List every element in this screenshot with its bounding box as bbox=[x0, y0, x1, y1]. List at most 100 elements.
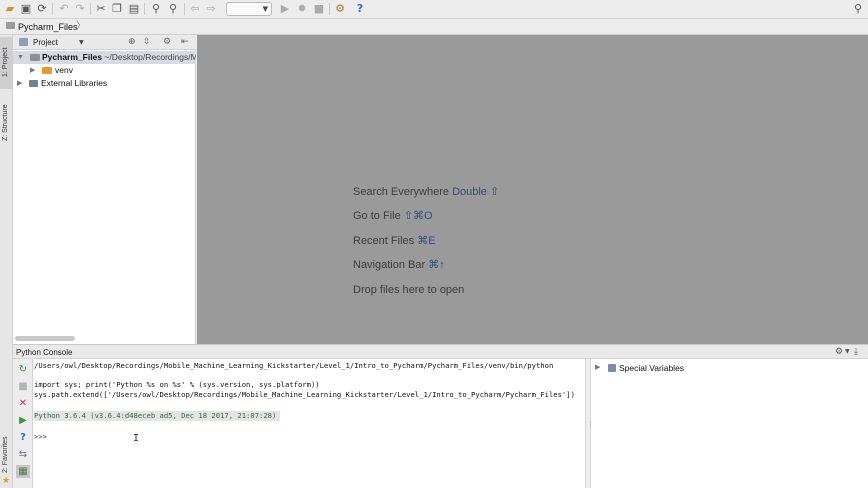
folder-icon bbox=[30, 54, 40, 61]
replace-icon[interactable]: ⚲ bbox=[166, 2, 180, 16]
console-line-version: Python 3.6.4 (v3.6.4:d48eceb ad5, Dec 18… bbox=[34, 411, 281, 421]
show-variables-icon[interactable]: ▦ bbox=[16, 465, 30, 478]
cut-icon[interactable]: ✂ bbox=[94, 2, 108, 16]
hint-text: Go to File bbox=[353, 210, 401, 222]
tab-structure-label: Z: Structure bbox=[2, 104, 9, 141]
hint-recent-files: Recent Files ⌘E bbox=[353, 234, 436, 248]
stop-icon[interactable]: ■ bbox=[312, 2, 326, 16]
rerun-icon[interactable]: ↻ bbox=[16, 363, 30, 376]
collapsed-arrow-icon[interactable]: ▶ bbox=[30, 64, 35, 77]
hint-go-to-file: Go to File ⇧⌘O bbox=[353, 209, 433, 223]
chevron-down-icon: ▼ bbox=[262, 5, 268, 13]
tree-item-label: External Libraries bbox=[41, 78, 108, 88]
hide-panel-icon[interactable]: ⇤ bbox=[181, 36, 189, 49]
hide-panel-icon[interactable]: ⤓ bbox=[854, 345, 858, 359]
tree-root-path: ~/Desktop/Recordings/Mobile_Machine_Lear… bbox=[104, 52, 196, 62]
chevron-down-icon[interactable]: ▼ bbox=[845, 345, 850, 359]
tab-favorites[interactable]: 2: Favorites ★ bbox=[0, 431, 13, 487]
search-everywhere-icon[interactable]: ⚲ bbox=[851, 2, 865, 16]
save-icon[interactable]: ▣ bbox=[19, 2, 33, 16]
hint-text: Search Everywhere bbox=[353, 186, 449, 198]
console-prompt[interactable]: >>> bbox=[34, 432, 47, 442]
console-line-import: import sys; print('Python %s on %s' % (s… bbox=[34, 380, 320, 389]
pycharm-window: ▰ ▣ ⟳ ↶ ↷ ✂ ❐ ▤ ⚲ ⚲ ⇦ ⇨ ▼ ▶ ✹ ■ ⚙ ? ⚲ Py… bbox=[0, 0, 868, 488]
console-title: Python Console bbox=[16, 348, 73, 357]
copy-icon[interactable]: ❐ bbox=[110, 2, 124, 16]
tree-item-root[interactable]: ▼ Pycharm_Files ~/Desktop/Recordings/Mob… bbox=[13, 51, 196, 64]
paste-icon[interactable]: ▤ bbox=[127, 2, 141, 16]
sync-icon[interactable]: ⟳ bbox=[35, 2, 49, 16]
hint-navigation-bar: Navigation Bar ⌘↑ bbox=[353, 258, 445, 272]
collapse-all-icon[interactable]: ⇳ bbox=[143, 36, 151, 49]
left-tool-strip: 1: Project Z: Structure 2: Favorites ★ bbox=[0, 35, 13, 488]
back-icon[interactable]: ⇦ bbox=[188, 2, 202, 16]
special-variables-label: Special Variables bbox=[619, 363, 685, 373]
toolbar-divider bbox=[329, 3, 330, 15]
variables-panel: ▶ Special Variables bbox=[591, 359, 868, 488]
toolbar-divider bbox=[52, 3, 53, 15]
editor-empty-area[interactable]: Search Everywhere Double ⇧ Go to File ⇧⌘… bbox=[197, 35, 868, 344]
tree-item-external-libraries[interactable]: ▶ External Libraries bbox=[13, 77, 196, 90]
hint-shortcut: ⌘E bbox=[417, 235, 436, 247]
find-icon[interactable]: ⚲ bbox=[149, 2, 163, 16]
help-icon[interactable]: ? bbox=[353, 2, 367, 16]
hint-search-everywhere: Search Everywhere Double ⇧ bbox=[353, 185, 499, 199]
console-output[interactable]: /Users/owl/Desktop/Recordings/Mobile_Mac… bbox=[33, 359, 585, 488]
breadcrumb-separator: 〉 bbox=[76, 21, 86, 32]
soft-wrap-icon[interactable]: ⇆ bbox=[16, 448, 30, 461]
collapsed-arrow-icon[interactable]: ▶ bbox=[595, 362, 600, 374]
debug-icon[interactable]: ✹ bbox=[295, 2, 309, 16]
text-cursor-icon: I bbox=[133, 433, 140, 444]
chevron-down-icon[interactable]: ▼ bbox=[79, 36, 84, 49]
folder-icon bbox=[6, 22, 15, 29]
project-view-select[interactable]: Project bbox=[33, 36, 58, 49]
tree-item-label: venv bbox=[55, 65, 73, 75]
hint-drop-files: Drop files here to open bbox=[353, 283, 464, 297]
run-configuration-select[interactable]: ▼ bbox=[226, 2, 272, 16]
hint-text: Navigation Bar bbox=[353, 259, 426, 271]
tree-root-name: Pycharm_Files bbox=[42, 52, 103, 62]
console-line-command: /Users/owl/Desktop/Recordings/Mobile_Mac… bbox=[34, 361, 554, 370]
project-view-icon bbox=[19, 38, 28, 46]
library-icon bbox=[29, 80, 38, 87]
horizontal-scrollbar[interactable] bbox=[15, 336, 75, 341]
hint-shortcut: ⇧⌘O bbox=[403, 210, 433, 222]
redo-icon[interactable]: ↷ bbox=[73, 2, 87, 16]
settings-icon[interactable]: ⚙ bbox=[333, 2, 347, 16]
close-icon[interactable]: ✕ bbox=[16, 397, 30, 410]
gear-icon[interactable]: ⚙ bbox=[163, 36, 171, 49]
project-panel-header: Project ▼ ⊕ ⇳ ⚙ ⇤ bbox=[13, 35, 196, 50]
project-panel: Project ▼ ⊕ ⇳ ⚙ ⇤ ▼ Pycharm_Files ~/Desk… bbox=[13, 35, 196, 344]
toolbar-divider bbox=[144, 3, 145, 15]
undo-icon[interactable]: ↶ bbox=[57, 2, 71, 16]
tab-project[interactable]: 1: Project bbox=[0, 37, 13, 89]
tab-structure[interactable]: Z: Structure bbox=[0, 95, 13, 149]
breadcrumb-project[interactable]: Pycharm_Files bbox=[18, 20, 78, 34]
collapsed-arrow-icon[interactable]: ▶ bbox=[17, 77, 22, 90]
locate-icon[interactable]: ⊕ bbox=[128, 36, 136, 49]
stop-icon[interactable]: ■ bbox=[16, 380, 30, 393]
hint-shortcut: ⌘↑ bbox=[428, 259, 445, 271]
console-toolbar: ↻ ■ ✕ ▶ ? ⇆ ▦ bbox=[13, 359, 33, 488]
hint-shortcut: Double ⇧ bbox=[452, 186, 500, 198]
open-folder-icon[interactable]: ▰ bbox=[3, 2, 17, 16]
run-icon[interactable]: ▶ bbox=[278, 2, 292, 16]
tab-favorites-label: 2: Favorites bbox=[2, 436, 9, 473]
variables-icon bbox=[608, 364, 616, 372]
navigation-bar: Pycharm_Files 〉 bbox=[0, 19, 868, 35]
tree-item-venv[interactable]: ▶ venv bbox=[13, 64, 196, 77]
expanded-arrow-icon[interactable]: ▼ bbox=[17, 51, 24, 64]
toolbar-divider bbox=[184, 3, 185, 15]
folder-icon bbox=[42, 67, 52, 74]
execute-icon[interactable]: ▶ bbox=[16, 414, 30, 427]
gear-icon[interactable]: ⚙ bbox=[835, 345, 843, 359]
forward-icon[interactable]: ⇨ bbox=[204, 2, 218, 16]
console-line-syspath: sys.path.extend(['/Users/owl/Desktop/Rec… bbox=[34, 390, 575, 399]
help-icon[interactable]: ? bbox=[16, 431, 30, 444]
star-icon: ★ bbox=[2, 475, 11, 485]
console-header: Python Console ⚙ ▼ ⤓ bbox=[13, 344, 868, 359]
tab-project-label: 1: Project bbox=[2, 47, 9, 77]
main-toolbar: ▰ ▣ ⟳ ↶ ↷ ✂ ❐ ▤ ⚲ ⚲ ⇦ ⇨ ▼ ▶ ✹ ■ ⚙ ? ⚲ bbox=[0, 0, 868, 19]
hint-text: Drop files here to open bbox=[353, 284, 465, 296]
hint-text: Recent Files bbox=[353, 235, 415, 247]
